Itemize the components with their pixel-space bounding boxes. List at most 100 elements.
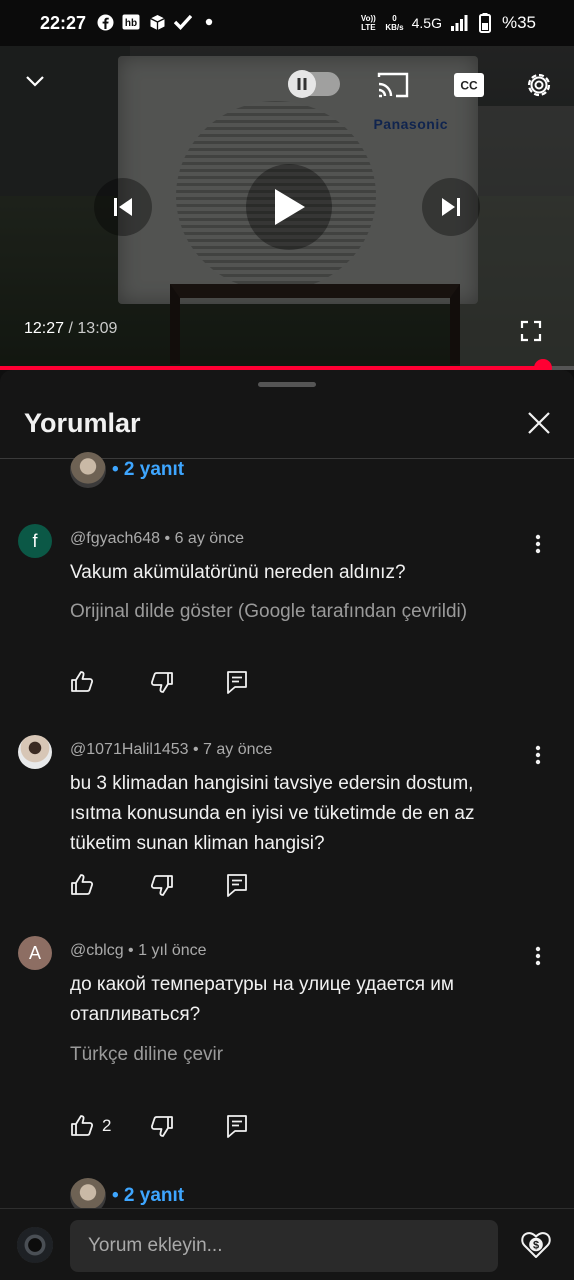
avatar[interactable]: A [18,936,52,970]
close-icon [528,412,550,434]
like-count: 2 [102,1116,112,1135]
hb-icon: hb [122,13,140,31]
notification-icons: hb [96,13,218,31]
next-button[interactable] [422,178,480,236]
comment-meta: @fgyach648 • 6 ay önce [70,530,244,547]
reply-icon [227,1115,247,1138]
collapse-player-button[interactable] [18,64,52,98]
close-comments-button[interactable] [522,406,556,440]
battery-icon [476,13,494,33]
reply-count: • 2 yanıt [112,1185,185,1206]
dislike-button[interactable] [150,668,226,696]
reply-button[interactable] [226,1112,248,1140]
like-button[interactable] [70,668,150,696]
comment-meta: @1071Halil1453 • 7 ay önce [70,741,273,758]
settings-button[interactable] [522,68,556,102]
reply-count: • 2 yanıt [112,459,185,480]
comment-time: 6 ay önce [174,530,244,547]
captions-button[interactable]: CC [452,68,486,102]
comment-text: bu 3 klimadan hangisini tavsiye edersin … [70,773,475,854]
captions-icon: CC [454,73,484,97]
my-avatar[interactable] [17,1227,53,1263]
autoplay-toggle[interactable] [288,70,340,98]
dot-icon [200,13,218,31]
comment-menu-button[interactable] [526,532,550,556]
battery-percent: %35 [501,13,536,32]
heart-dollar-icon: $ [521,1232,551,1258]
comment-author[interactable]: @fgyach648 [70,530,160,547]
like-button[interactable] [70,871,150,899]
avatar-letter: A [28,942,41,963]
thumbs-up-icon [71,671,94,692]
thumbs-down-icon [150,875,173,896]
autoplay-knob [288,70,316,98]
play-button[interactable] [246,164,332,250]
facebook-icon [96,13,114,31]
dislike-button[interactable] [150,871,226,899]
box-icon [148,13,166,31]
fullscreen-button[interactable] [516,316,546,346]
cast-icon [377,72,409,98]
previous-icon [114,198,132,216]
comment-author[interactable]: @cblcg [70,942,124,959]
translate-toggle[interactable]: Türkçe diline çevir [70,1044,223,1066]
thumbs-down-icon [150,1116,173,1137]
video-player[interactable]: Panasonic CC 12:27 / 13:09 [0,46,574,370]
cast-button[interactable] [376,68,410,102]
comment-author[interactable]: @1071Halil1453 [70,741,189,758]
speed-unit: KB/s [385,23,404,32]
comment-time: 1 yıl önce [138,942,207,959]
translate-toggle[interactable]: Orijinal dilde göster (Google tarafından… [70,601,467,623]
comment-input[interactable] [70,1220,498,1272]
avatar[interactable] [18,735,52,769]
drag-handle[interactable] [258,382,316,387]
reply-avatar [70,452,106,488]
thumbs-up-icon [71,874,94,895]
svg-text:$: $ [533,1240,539,1252]
avatar[interactable]: f [18,524,52,558]
more-vertical-icon [535,745,541,765]
previous-button[interactable] [94,178,152,236]
pause-icon [297,78,307,90]
network-speed: 0 KB/s [385,14,403,32]
comment-time: 7 ay önce [203,741,273,758]
status-bar: 22:27 hb Vo)) LTE 0 KB/s 4.5G %35 [0,0,574,46]
comment-actions [70,871,248,899]
avatar-letter: f [32,530,38,551]
comment-meta: @cblcg • 1 yıl önce [70,942,207,959]
comment-menu-button[interactable] [526,944,550,968]
reply-button[interactable] [226,668,248,696]
comment-item: A @cblcg • 1 yıl önce до какой температу… [0,936,574,1146]
network-type: 4.5G [411,15,442,31]
comment-actions [70,668,248,696]
comment-item: @1071Halil1453 • 7 ay önce bu 3 klimadan… [0,735,574,905]
signal-icon [450,14,468,32]
volte-indicator: Vo)) LTE [360,14,376,32]
next-icon [442,198,460,216]
status-time: 22:27 [40,13,87,33]
comments-sheet: Yorumlar • 2 yanıt f @fgyach648 • 6 ay ö… [0,370,574,1280]
dislike-button[interactable] [150,1112,226,1140]
video-time: 12:27 / 13:09 [24,320,117,338]
comment-menu-button[interactable] [526,743,550,767]
reply-button[interactable] [226,871,248,899]
reply-icon [227,671,247,694]
chevron-down-icon [26,76,44,87]
time-separator: / [64,320,78,337]
current-time: 12:27 [24,320,65,337]
fullscreen-icon [520,320,542,342]
comment-composer: $ [0,1208,574,1280]
thumbs-down-icon [150,672,173,693]
svg-text:CC: CC [460,79,478,93]
super-thanks-button[interactable]: $ [518,1227,554,1263]
like-button[interactable]: 2 [70,1112,150,1140]
settings-icon [527,73,551,97]
svg-text:hb: hb [125,18,137,29]
comment-item: f @fgyach648 • 6 ay önce Vakum akümülatö… [0,524,574,704]
play-icon [275,189,305,225]
check-icon [174,13,192,31]
comment-actions: 2 [70,1112,248,1140]
comment-text: до какой температуры на улице удается им… [70,974,454,1025]
reply-icon [227,874,247,897]
view-replies-button[interactable]: • 2 yanıt [70,452,184,488]
